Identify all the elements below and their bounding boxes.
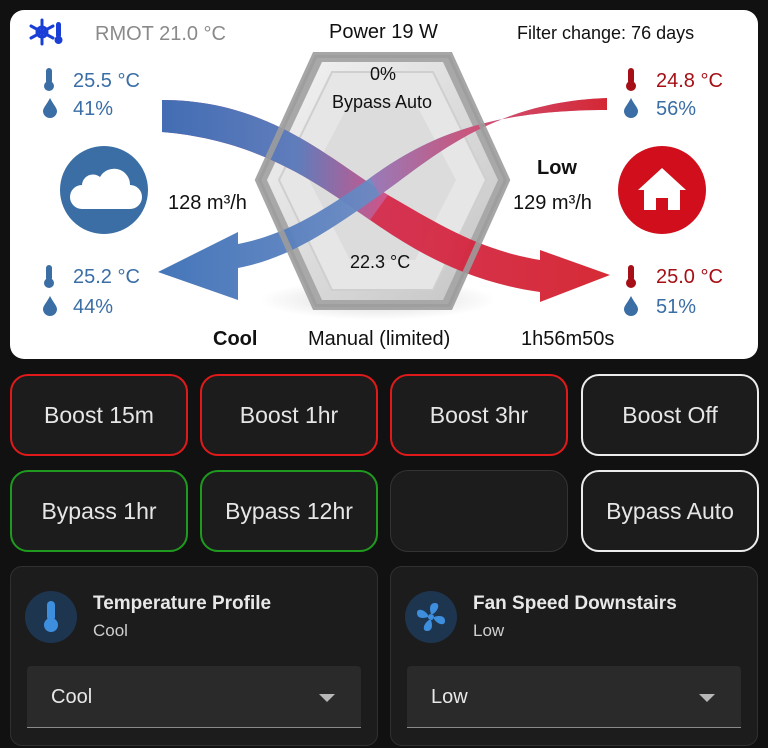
thermometer-icon [626,265,636,288]
fan-speed-state: Low [473,621,505,640]
outdoor-intake-temp: 25.5 °C [73,70,140,92]
fan-speed-label: Low [537,157,577,179]
temperature-profile-title: Temperature Profile [93,593,272,614]
supply-humidity: 51% [656,296,697,318]
outdoor-intake-humidity: 41% [73,98,114,120]
airflow-diagram [29,18,706,320]
temperature-profile-select[interactable]: Cool [27,666,361,728]
supply-temp: 25.0 °C [656,266,723,288]
bypass-mode: Bypass Auto [332,92,433,112]
cloud-icon [60,146,148,234]
thermometer-icon[interactable] [25,591,77,643]
dropdown-arrow-icon [319,694,335,702]
operating-mode: Manual (limited) [308,328,451,350]
boost-15m-button[interactable]: Boost 15m [10,374,188,456]
remote-temperature: RMOT 21.0 °C [95,23,226,45]
dropdown-arrow-icon [699,694,715,702]
mvhr-status-card: RMOT 21.0 °C Power 19 W Filter change: 7… [10,10,758,359]
indoor-flow: 129 m³/h [513,192,592,214]
fan-speed-select[interactable]: Low [407,666,741,728]
empty-button-slot [390,470,568,552]
humidity-icon [624,98,638,118]
snowflake-thermometer-icon [29,18,63,46]
thermometer-icon [44,265,54,288]
humidity-icon [43,296,57,316]
boost-off-button[interactable]: Boost Off [581,374,759,456]
filter-change: Filter change: 76 days [517,23,695,43]
home-icon [618,146,706,234]
boost-3hr-button[interactable]: Boost 3hr [390,374,568,456]
bypass-12hr-button[interactable]: Bypass 12hr [200,470,378,552]
power-readout: Power 19 W [329,21,438,43]
thermometer-icon [626,68,636,91]
boost-1hr-button[interactable]: Boost 1hr [200,374,378,456]
humidity-icon [624,296,638,316]
temperature-profile-value: Cool [51,686,93,708]
temperature-profile-state: Cool [93,621,128,640]
fan-speed-value: Low [431,686,468,708]
fan-icon[interactable] [405,591,457,643]
boost-timer: 1h56m50s [521,328,615,350]
fan-speed-title: Fan Speed Downstairs [473,593,677,614]
humidity-icon [43,98,57,118]
bypass-percent: 0% [370,64,397,84]
thermometer-icon [44,68,54,91]
exhaust-temp: 25.2 °C [73,266,140,288]
temperature-profile-card: Temperature Profile Cool Cool [10,566,378,746]
exhaust-humidity: 44% [73,296,114,318]
indoor-extract-humidity: 56% [656,98,697,120]
fan-speed-card: Fan Speed Downstairs Low Low [390,566,758,746]
bypass-auto-button[interactable]: Bypass Auto [581,470,759,552]
exchanger-temperature: 22.3 °C [350,252,411,272]
bypass-1hr-button[interactable]: Bypass 1hr [10,470,188,552]
outdoor-flow: 128 m³/h [168,192,247,214]
indoor-extract-temp: 24.8 °C [656,70,723,92]
temperature-profile-label: Cool [213,328,258,350]
